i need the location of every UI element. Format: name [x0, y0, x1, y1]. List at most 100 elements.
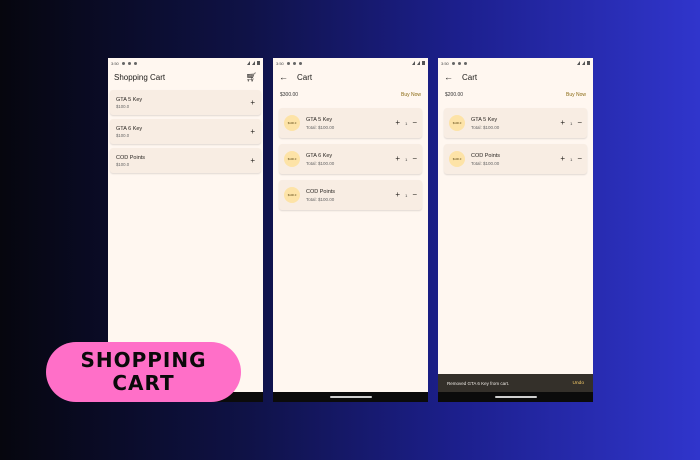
status-bar: 3:50 — [273, 58, 428, 68]
product-price: $100.0 — [116, 103, 130, 109]
quantity-value: 1 — [405, 120, 408, 126]
phone-screen-cart: 3:50 ← Cart $300.00 Buy Now $100.0 GTA 5… — [273, 58, 428, 402]
price-avatar: $100.0 — [284, 115, 300, 131]
quantity-stepper: + 1 − — [395, 119, 417, 127]
add-to-cart-plus-icon[interactable]: + — [250, 156, 255, 165]
status-time: 3:50 — [111, 60, 119, 66]
minus-icon[interactable]: − — [412, 155, 417, 163]
product-price: $100.0 — [116, 161, 130, 167]
notification-icon — [121, 61, 125, 65]
plus-icon[interactable]: + — [395, 155, 400, 163]
badge-line-2: CART — [112, 371, 175, 395]
app-bar: ← Cart — [438, 68, 593, 86]
cart-list: $100.0 GTA 5 Key Total: $100.00 + 1 − $1… — [438, 108, 593, 174]
cart-item: $100.0 GTA 5 Key Total: $100.00 + 1 − — [279, 108, 422, 138]
plus-icon[interactable]: + — [395, 119, 400, 127]
battery-icon — [422, 61, 425, 65]
add-to-cart-plus-icon[interactable]: + — [250, 127, 255, 136]
cart-list: $100.0 GTA 5 Key Total: $100.00 + 1 − $1… — [273, 108, 428, 210]
price-avatar: $100.0 — [449, 151, 465, 167]
status-bar: 3:50 — [438, 58, 593, 68]
battery-icon — [587, 61, 590, 65]
settings-icon — [127, 61, 131, 65]
product-item: GTA 5 Key $100.0 + — [110, 90, 261, 115]
battery-icon — [257, 61, 260, 65]
cart-item-name: GTA 6 Key — [306, 152, 333, 159]
cart-item-name: COD Points — [471, 152, 501, 159]
cart-item-total: Total: $100.00 — [471, 160, 500, 166]
phone-screen-cart-after-removal: 3:50 ← Cart $200.00 Buy Now $100.0 GTA 5… — [438, 58, 593, 402]
cart-item-total: Total: $100.00 — [306, 124, 335, 130]
minus-icon[interactable]: − — [577, 155, 582, 163]
quantity-value: 1 — [405, 156, 408, 162]
add-to-cart-plus-icon[interactable]: + — [250, 98, 255, 107]
shopping-cart-icon[interactable]: 🛒︎ — [246, 72, 257, 83]
status-bar: 3:50 — [108, 58, 263, 68]
product-list: GTA 5 Key $100.0 + GTA 6 Key $100.0 + CO… — [108, 86, 263, 179]
price-avatar: $100.0 — [449, 115, 465, 131]
app-bar: Shopping Cart 🛒︎ — [108, 68, 263, 86]
cart-item: $100.0 GTA 6 Key Total: $100.00 + 1 − — [279, 144, 422, 174]
cart-summary: $200.00 Buy Now — [438, 86, 593, 104]
snackbar: Removed GTA 6 Key from cart. Undo — [438, 374, 593, 392]
system-nav-bar — [273, 392, 428, 402]
snackbar-message: Removed GTA 6 Key from cart. — [447, 380, 510, 386]
status-time: 3:50 — [276, 60, 284, 66]
quantity-value: 1 — [405, 192, 408, 198]
settings-icon — [292, 61, 296, 65]
app-bar: ← Cart — [273, 68, 428, 86]
plus-icon[interactable]: + — [395, 191, 400, 199]
quantity-value: 1 — [570, 120, 573, 126]
cart-item-name: GTA 5 Key — [471, 116, 498, 123]
cart-item: $100.0 GTA 5 Key Total: $100.00 + 1 − — [444, 108, 587, 138]
settings-icon — [457, 61, 461, 65]
wifi-icon — [412, 61, 415, 65]
quantity-value: 1 — [570, 156, 573, 162]
badge-line-1: SHOPPING — [80, 348, 207, 372]
minus-icon[interactable]: − — [412, 191, 417, 199]
cart-item-total: Total: $100.00 — [306, 196, 335, 202]
shopping-cart-badge: SHOPPING CART — [46, 342, 241, 402]
notification-icon — [451, 61, 455, 65]
cart-item-name: GTA 5 Key — [306, 116, 333, 123]
cart-item: $100.0 COD Points Total: $100.00 + 1 − — [279, 180, 422, 210]
price-avatar: $100.0 — [284, 187, 300, 203]
cart-item: $100.0 COD Points Total: $100.00 + 1 − — [444, 144, 587, 174]
arrow-back-icon[interactable]: ← — [279, 72, 291, 82]
cart-total: $300.00 — [280, 92, 299, 98]
wifi-icon — [247, 61, 250, 65]
quantity-stepper: + 1 − — [560, 119, 582, 127]
quantity-stepper: + 1 − — [395, 191, 417, 199]
page-title: Shopping Cart — [114, 72, 166, 82]
minus-icon[interactable]: − — [577, 119, 582, 127]
minus-icon[interactable]: − — [412, 119, 417, 127]
plus-icon[interactable]: + — [560, 155, 565, 163]
plus-icon[interactable]: + — [560, 119, 565, 127]
signal-icon — [417, 61, 420, 65]
product-name: COD Points — [116, 154, 146, 161]
page-title: Cart — [462, 72, 478, 82]
buy-now-button[interactable]: Buy Now — [566, 92, 586, 98]
download-icon — [298, 61, 302, 65]
buy-now-button[interactable]: Buy Now — [401, 92, 421, 98]
download-icon — [133, 61, 137, 65]
download-icon — [463, 61, 467, 65]
cart-item-total: Total: $100.00 — [471, 124, 500, 130]
product-price: $100.0 — [116, 132, 130, 138]
status-time: 3:50 — [441, 60, 449, 66]
signal-icon — [582, 61, 585, 65]
product-item: COD Points $100.0 + — [110, 148, 261, 173]
cart-item-name: COD Points — [306, 188, 336, 195]
gesture-handle[interactable] — [329, 396, 372, 398]
cart-total: $200.00 — [445, 92, 464, 98]
product-item: GTA 6 Key $100.0 + — [110, 119, 261, 144]
gesture-handle[interactable] — [494, 396, 537, 398]
system-nav-bar — [438, 392, 593, 402]
undo-button[interactable]: Undo — [573, 381, 584, 386]
arrow-back-icon[interactable]: ← — [444, 72, 456, 82]
notification-icon — [286, 61, 290, 65]
product-name: GTA 5 Key — [116, 96, 143, 103]
product-name: GTA 6 Key — [116, 125, 143, 132]
page-title: Cart — [297, 72, 313, 82]
cart-summary: $300.00 Buy Now — [273, 86, 428, 104]
